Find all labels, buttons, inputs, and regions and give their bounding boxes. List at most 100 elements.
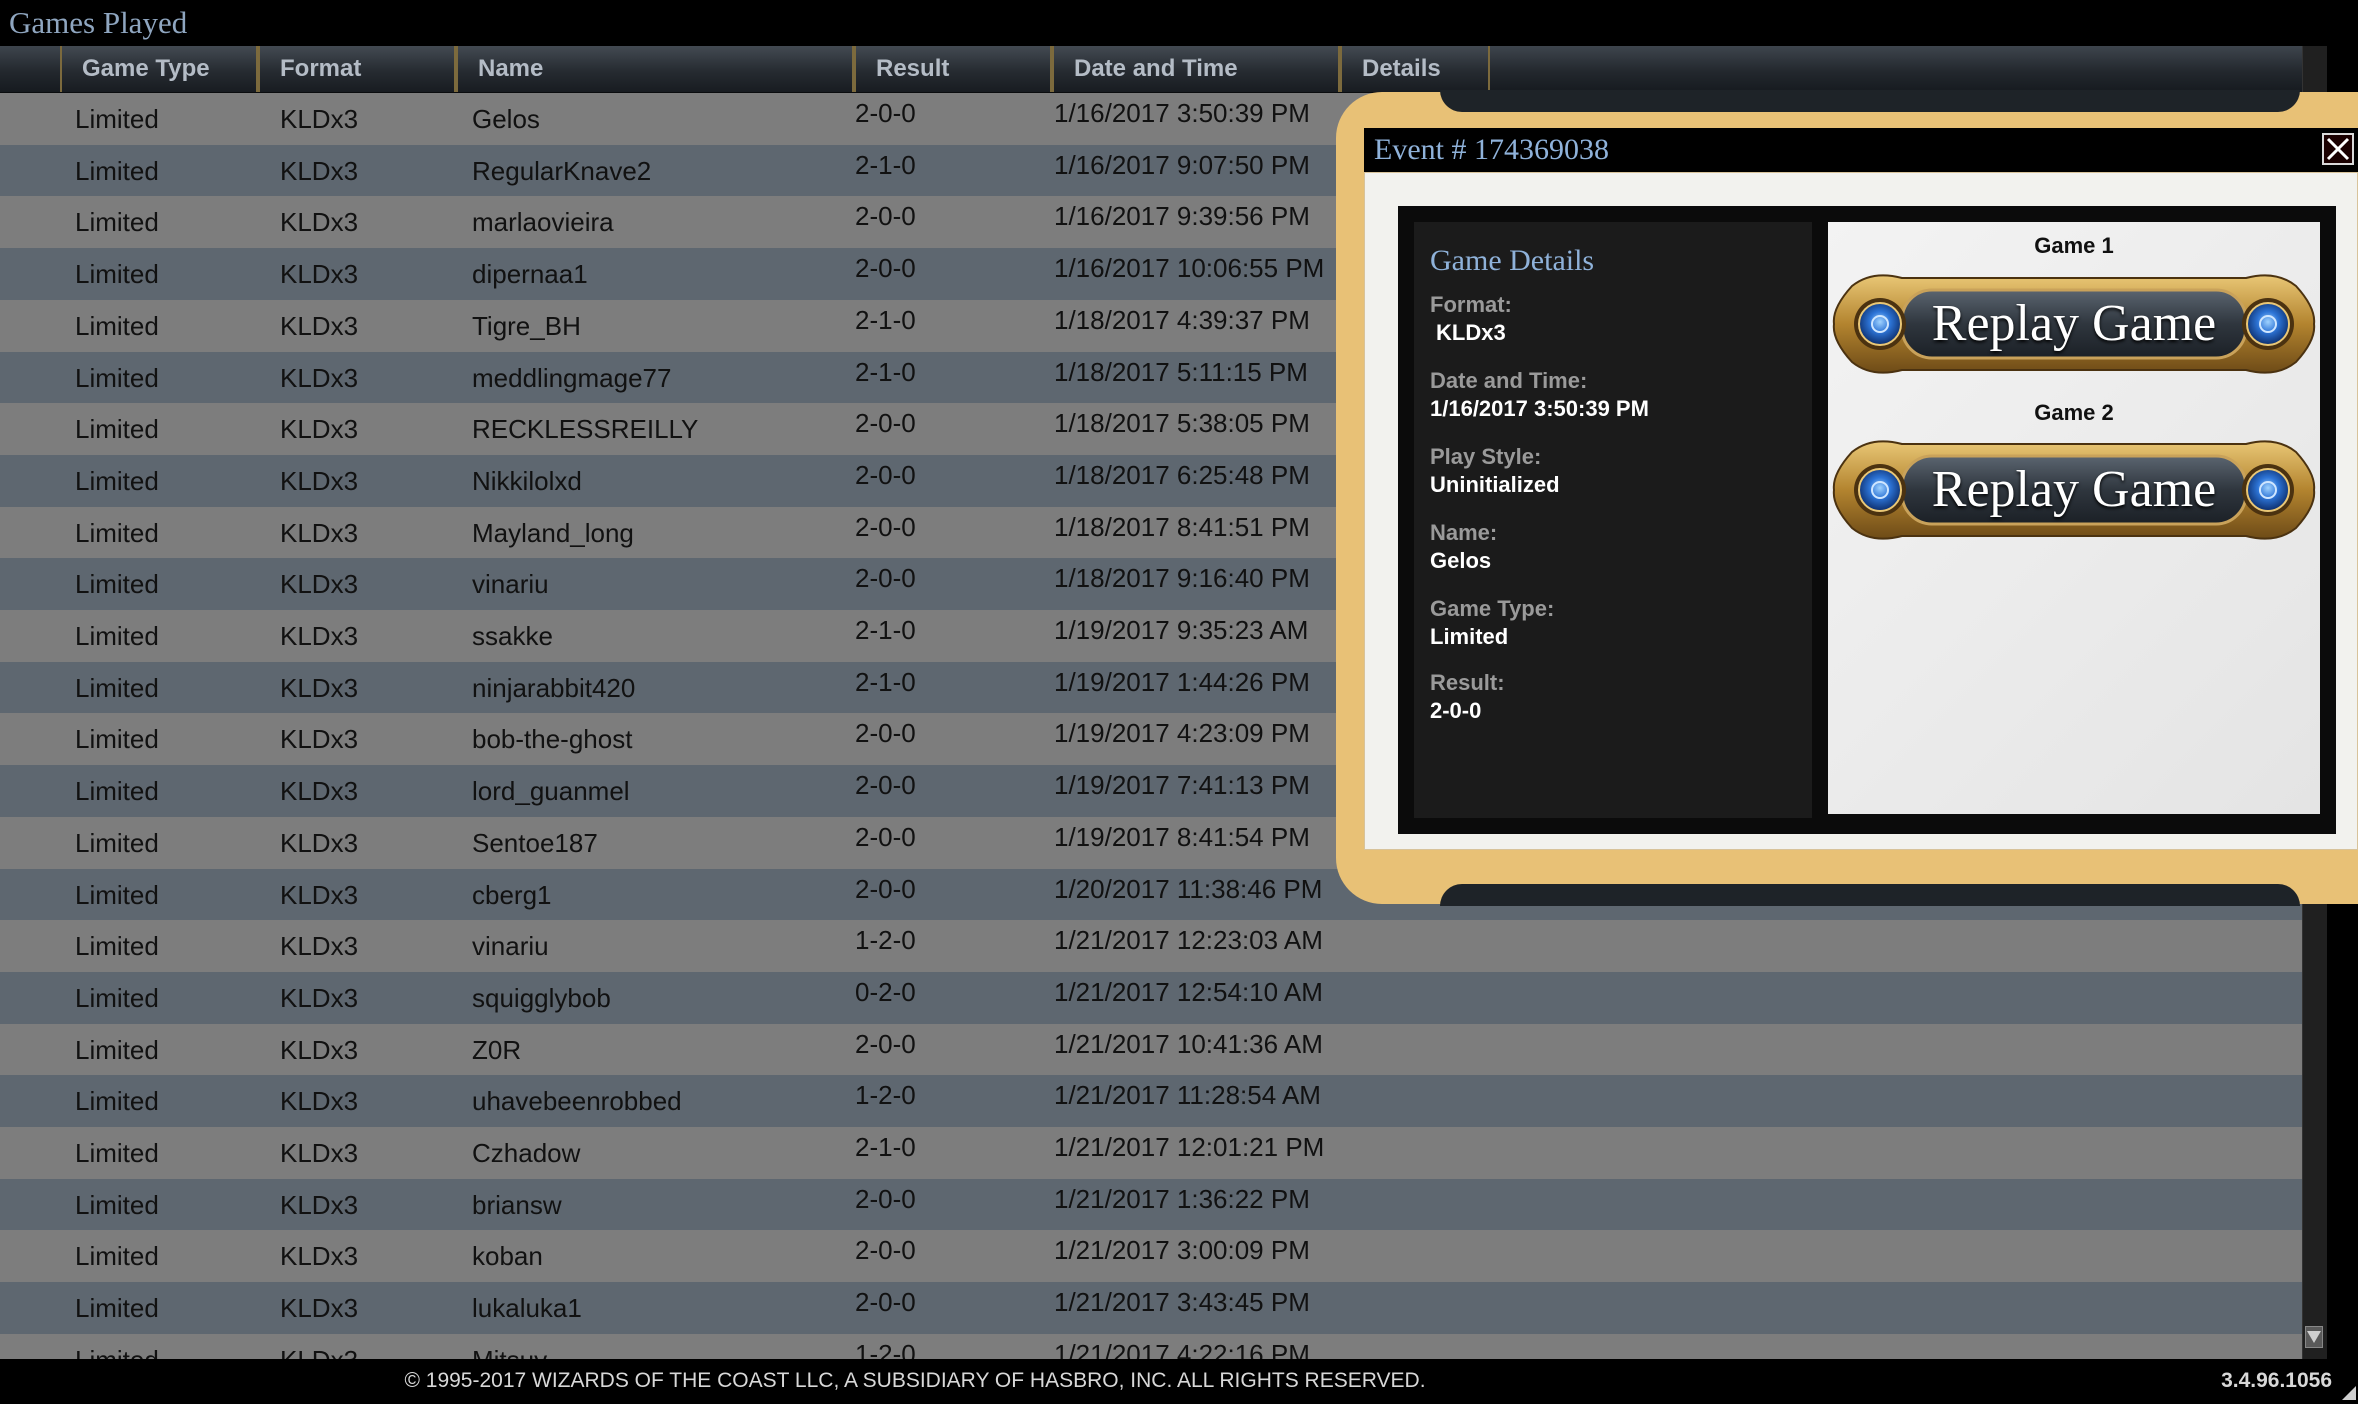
cell-game-type: Limited	[75, 414, 159, 445]
cell-date-time: 1/19/2017 4:23:09 PM	[1054, 718, 1310, 749]
cell-format: KLDx3	[280, 931, 359, 962]
cell-result: 2-0-0	[855, 1028, 916, 1059]
date-time-label: Date and Time:	[1430, 368, 1588, 393]
table-row[interactable]: Limited KLDx3 Z0R 2-0-0 1/21/2017 10:41:36 A…	[0, 1023, 2302, 1076]
cell-game-type: Limited	[75, 931, 159, 962]
game-replays-panel: Game 1 Replay Game Game 2 Replay Game	[1828, 222, 2320, 814]
cell-format: KLDx3	[280, 1241, 359, 1272]
column-header-date-time[interactable]: Date and Time	[1052, 46, 1340, 92]
cell-game-type: Limited	[75, 259, 159, 290]
game-type-value: Limited	[1430, 624, 1509, 649]
event-dialog-title: Event # 174369038	[1374, 133, 1609, 166]
table-row[interactable]: Limited KLDx3 Mitsuy 1-2-0 1/21/2017 4:22:16…	[0, 1333, 2302, 1359]
column-header-format[interactable]: Format	[258, 46, 456, 92]
column-header-name[interactable]: Name	[456, 46, 854, 92]
cell-format: KLDx3	[280, 155, 359, 186]
replay-game-1-button[interactable]: Replay Game	[1832, 268, 2316, 380]
cell-name: Gelos	[472, 104, 540, 134]
cell-format: KLDx3	[280, 1334, 358, 1359]
cell-date-time: 1/18/2017 6:25:48 PM	[1054, 459, 1310, 490]
cell-date-time: 1/21/2017 10:41:36 AM	[1054, 1028, 1323, 1059]
play-style-value: Uninitialized	[1430, 472, 1560, 497]
cell-name: Mayland_long	[472, 517, 634, 548]
cell-result: 2-1-0	[855, 666, 916, 697]
cell-name: cberg1	[472, 879, 552, 910]
cell-name: lukaluka1	[472, 1293, 582, 1324]
cell-name: Z0R	[472, 1034, 522, 1065]
cell-date-time: 1/16/2017 3:50:39 PM	[1054, 98, 1310, 128]
table-row[interactable]: Limited KLDx3 vinariu 1-2-0 1/21/2017 12:23:…	[0, 920, 2302, 973]
cell-date-time: 1/20/2017 11:38:46 PM	[1054, 873, 1323, 904]
cell-format: KLDx3	[280, 207, 359, 238]
cell-result: 0-2-0	[855, 976, 916, 1007]
cell-result: 2-0-0	[855, 1183, 916, 1214]
game-type-label: Game Type:	[1430, 596, 1555, 621]
cell-format: KLDx3	[280, 259, 359, 290]
play-style-label: Play Style:	[1430, 444, 1542, 469]
replay-game-1-label: Replay Game	[1931, 295, 2217, 352]
cell-game-type: Limited	[75, 1189, 159, 1220]
cell-date-time: 1/16/2017 9:39:56 PM	[1054, 201, 1310, 232]
cell-result: 2-0-0	[855, 201, 916, 232]
table-row[interactable]: Limited KLDx3 squigglybob 0-2-0 1/21/2017 12…	[0, 971, 2302, 1024]
column-header-result[interactable]: Result	[854, 46, 1052, 92]
copyright-text: © 1995-2017 WIZARDS OF THE COAST LLC, A …	[404, 1369, 1426, 1392]
cell-date-time: 1/19/2017 8:41:54 PM	[1054, 821, 1310, 852]
table-row[interactable]: Limited KLDx3 Czhadow 2-1-0 1/21/2017 12:01:…	[0, 1127, 2302, 1179]
cell-date-time: 1/21/2017 12:01:21 PM	[1054, 1132, 1325, 1162]
cell-format: KLDx3	[280, 414, 359, 445]
format-label: Format:	[1430, 292, 1512, 317]
cell-format: KLDx3	[280, 982, 359, 1013]
cell-result: 2-0-0	[855, 873, 916, 904]
cell-date-time: 1/21/2017 11:28:54 AM	[1054, 1080, 1321, 1111]
resize-grip-icon[interactable]	[2342, 1386, 2356, 1400]
cell-date-time: 1/19/2017 1:44:26 PM	[1054, 666, 1310, 697]
cell-date-time: 1/19/2017 9:35:23 AM	[1054, 615, 1309, 645]
cell-name: Czhadow	[472, 1138, 581, 1168]
cell-result: 2-0-0	[855, 563, 916, 594]
dialog-frame-notch-top	[1440, 90, 2300, 112]
cell-name: meddlingmage77	[472, 362, 672, 393]
version-text: 3.4.96.1056	[2221, 1369, 2332, 1392]
cell-format: KLDx3	[280, 724, 359, 755]
cell-format: KLDx3	[280, 1189, 359, 1220]
cell-format: KLDx3	[280, 621, 359, 651]
cell-result: 1-2-0	[855, 1338, 916, 1359]
cell-name: marlaovieira	[472, 207, 614, 238]
event-dialog-titlebar: Event # 174369038	[1364, 128, 2358, 172]
cell-date-time: 1/19/2017 7:41:13 PM	[1054, 770, 1310, 801]
scroll-down-button[interactable]	[2305, 1326, 2323, 1348]
cell-result: 2-0-0	[855, 821, 916, 852]
format-value: KLDx3	[1436, 320, 1506, 345]
table-row[interactable]: Limited KLDx3 briansw 2-0-0 1/21/2017 1:36:2…	[0, 1178, 2302, 1231]
cell-date-time: 1/16/2017 10:06:55 PM	[1054, 253, 1325, 284]
cell-date-time: 1/21/2017 12:54:10 AM	[1054, 976, 1323, 1007]
cell-name: ninjarabbit420	[472, 672, 636, 703]
column-header-details[interactable]: Details	[1340, 46, 1490, 92]
close-button[interactable]	[2322, 133, 2354, 165]
cell-game-type: Limited	[75, 1241, 159, 1272]
cell-name: RECKLESSREILLY	[472, 414, 699, 445]
cell-name: bob-the-ghost	[472, 724, 633, 755]
cell-game-type: Limited	[75, 879, 159, 910]
cell-result: 2-1-0	[855, 356, 916, 387]
game-details-panel: Game Details Format: KLDx3 Date and Time…	[1414, 222, 1812, 818]
cell-date-time: 1/18/2017 5:11:15 PM	[1054, 356, 1308, 387]
table-row[interactable]: Limited KLDx3 lukaluka1 2-0-0 1/21/2017 3:43…	[0, 1282, 2302, 1335]
cell-name: koban	[472, 1241, 543, 1272]
cell-name: RegularKnave2	[472, 155, 652, 186]
cell-game-type: Limited	[75, 982, 159, 1013]
cell-result: 2-0-0	[855, 253, 916, 284]
cell-result: 2-0-0	[855, 98, 916, 128]
cell-date-time: 1/16/2017 9:07:50 PM	[1054, 149, 1310, 180]
app-title: Games Played	[9, 5, 188, 40]
replay-game-2-button[interactable]: Replay Game	[1832, 434, 2316, 546]
table-row[interactable]: Limited KLDx3 koban 2-0-0 1/21/2017 3:00:09 …	[0, 1230, 2302, 1283]
table-row[interactable]: Limited KLDx3 uhavebeenrobbed 1-2-0 1/21/201…	[0, 1075, 2302, 1128]
cell-result: 2-1-0	[855, 149, 916, 180]
cell-game-type: Limited	[75, 362, 159, 393]
chevron-down-icon	[2307, 1331, 2321, 1343]
cell-format: KLDx3	[280, 310, 359, 341]
cell-format: KLDx3	[280, 465, 359, 496]
column-header-game-type[interactable]: Game Type	[60, 46, 258, 92]
